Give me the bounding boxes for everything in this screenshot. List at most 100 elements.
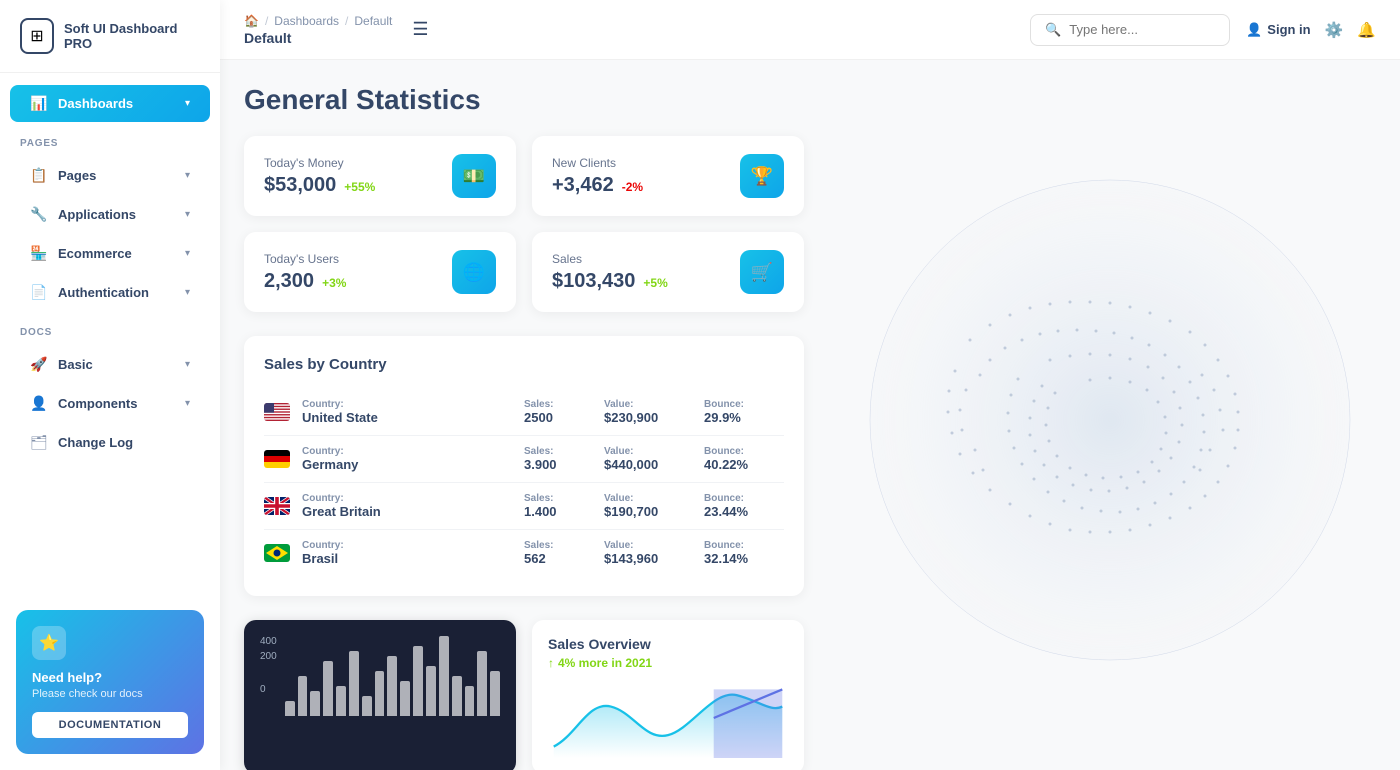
pages-section-label: PAGES	[0, 124, 220, 155]
bar	[298, 676, 308, 716]
chevron-down-icon: ▾	[185, 398, 190, 409]
header-actions: 👤 Sign in ⚙️ 🔔	[1246, 21, 1376, 39]
sales-overview-chart	[548, 678, 788, 758]
bar	[285, 701, 295, 716]
help-subtitle: Please check our docs	[32, 688, 188, 700]
stat-label-money: Today's Money	[264, 156, 375, 170]
sales-country-title: Sales by Country	[264, 356, 784, 373]
sales-icon-box: 🛒	[740, 250, 784, 294]
stat-value-money: $53,000	[264, 174, 336, 197]
money-icon-box: 💵	[452, 154, 496, 198]
chart-y-label-0: 0	[260, 684, 277, 695]
changelog-icon: 🗂	[30, 434, 48, 451]
components-icon: 👤	[30, 395, 48, 412]
bar	[375, 671, 385, 716]
help-card: ⭐ Need help? Please check our docs DOCUM…	[16, 610, 204, 754]
auth-icon: 📄	[30, 284, 48, 301]
stat-change-users: +3%	[322, 276, 346, 290]
sidebar: ⊞ Soft UI Dashboard PRO 📊 Dashboards ▾ P…	[0, 0, 220, 770]
bar	[323, 661, 333, 716]
bar	[465, 686, 475, 716]
sidebar-item-changelog[interactable]: 🗂 Change Log	[10, 424, 210, 461]
help-title: Need help?	[32, 670, 188, 685]
sign-in-button[interactable]: 👤 Sign in	[1246, 22, 1311, 38]
bar-chart-card: 400 200 0	[244, 620, 516, 770]
breadcrumb-dashboards: Dashboards	[274, 14, 339, 28]
bar	[452, 676, 462, 716]
logo-icon: ⊞	[20, 18, 54, 54]
stat-value-clients: +3,462	[552, 174, 614, 197]
sidebar-item-label: Authentication	[58, 285, 149, 300]
breadcrumb-default: Default	[354, 14, 392, 28]
user-icon: 👤	[1246, 22, 1262, 38]
main-area: 🏠 / Dashboards / Default Default ☰ 🔍 👤 S…	[220, 0, 1400, 770]
search-icon: 🔍	[1045, 22, 1061, 38]
docs-section-label: DOCS	[0, 313, 220, 344]
sales-overview-title: Sales Overview	[548, 636, 788, 652]
flag-gb	[264, 497, 290, 515]
table-row: Country: United State Sales: 2500 Value:…	[264, 389, 784, 436]
stat-label-users: Today's Users	[264, 252, 346, 266]
stat-label-clients: New Clients	[552, 156, 643, 170]
pages-icon: 📋	[30, 167, 48, 184]
bell-icon[interactable]: 🔔	[1357, 21, 1376, 39]
table-row: Country: Brasil Sales: 562 Value: $143,9…	[264, 530, 784, 576]
sidebar-item-label: Change Log	[58, 435, 133, 450]
page-title: General Statistics	[244, 84, 1376, 116]
sidebar-item-authentication[interactable]: 📄 Authentication ▾	[10, 274, 210, 311]
stat-value-users: 2,300	[264, 270, 314, 293]
chevron-down-icon: ▾	[185, 287, 190, 298]
bar	[349, 651, 359, 716]
stat-card-users: Today's Users 2,300 +3% 🌐	[244, 232, 516, 312]
sidebar-item-dashboards[interactable]: 📊 Dashboards ▾	[10, 85, 210, 122]
settings-icon[interactable]: ⚙️	[1325, 21, 1344, 39]
sales-overview-card: Sales Overview ↑ 4% more in 2021	[532, 620, 804, 770]
chart-y-label-200: 200	[260, 651, 277, 662]
bar	[387, 656, 397, 716]
search-box[interactable]: 🔍	[1030, 14, 1230, 46]
sidebar-item-label: Pages	[58, 168, 96, 183]
chevron-down-icon: ▾	[185, 98, 190, 109]
users-icon-box: 🌐	[452, 250, 496, 294]
breadcrumb: 🏠 / Dashboards / Default Default	[244, 14, 392, 46]
dashboards-icon: 📊	[30, 95, 48, 112]
stat-label-sales: Sales	[552, 252, 668, 266]
clients-icon-box: 🏆	[740, 154, 784, 198]
sidebar-item-pages[interactable]: 📋 Pages ▾	[10, 157, 210, 194]
country-table: Country: United State Sales: 2500 Value:…	[264, 389, 784, 576]
breadcrumb-current: Default	[244, 30, 392, 46]
sales-by-country: Sales by Country	[244, 336, 804, 596]
bar	[490, 671, 500, 716]
bar	[310, 691, 320, 716]
documentation-button[interactable]: DOCUMENTATION	[32, 712, 188, 738]
chevron-down-icon: ▾	[185, 170, 190, 181]
stat-value-sales: $103,430	[552, 270, 635, 293]
chart-y-label-400: 400	[260, 636, 277, 647]
sidebar-item-label: Components	[58, 396, 137, 411]
help-star-icon: ⭐	[32, 626, 66, 660]
sidebar-item-applications[interactable]: 🔧 Applications ▾	[10, 196, 210, 233]
flag-de	[264, 450, 290, 468]
sidebar-item-label: Ecommerce	[58, 246, 132, 261]
bar	[400, 681, 410, 716]
bar	[336, 686, 346, 716]
stat-card-sales: Sales $103,430 +5% 🛒	[532, 232, 804, 312]
bar	[426, 666, 436, 716]
sidebar-item-basic[interactable]: 🚀 Basic ▾	[10, 346, 210, 383]
sidebar-item-ecommerce[interactable]: 🏪 Ecommerce ▾	[10, 235, 210, 272]
basic-icon: 🚀	[30, 356, 48, 373]
bar	[439, 636, 449, 716]
sidebar-item-label: Dashboards	[58, 96, 133, 111]
stat-change-money: +55%	[344, 180, 375, 194]
sidebar-nav: 📊 Dashboards ▾ PAGES 📋 Pages ▾ 🔧 Applica…	[0, 73, 220, 594]
search-input[interactable]	[1069, 22, 1215, 37]
header: 🏠 / Dashboards / Default Default ☰ 🔍 👤 S…	[220, 0, 1400, 60]
chevron-down-icon: ▾	[185, 359, 190, 370]
bar-chart	[285, 636, 500, 716]
stat-card-clients: New Clients +3,462 -2% 🏆	[532, 136, 804, 216]
flag-br	[264, 544, 290, 562]
sidebar-item-components[interactable]: 👤 Components ▾	[10, 385, 210, 422]
chevron-down-icon: ▾	[185, 248, 190, 259]
hamburger-menu[interactable]: ☰	[412, 19, 428, 40]
applications-icon: 🔧	[30, 206, 48, 223]
